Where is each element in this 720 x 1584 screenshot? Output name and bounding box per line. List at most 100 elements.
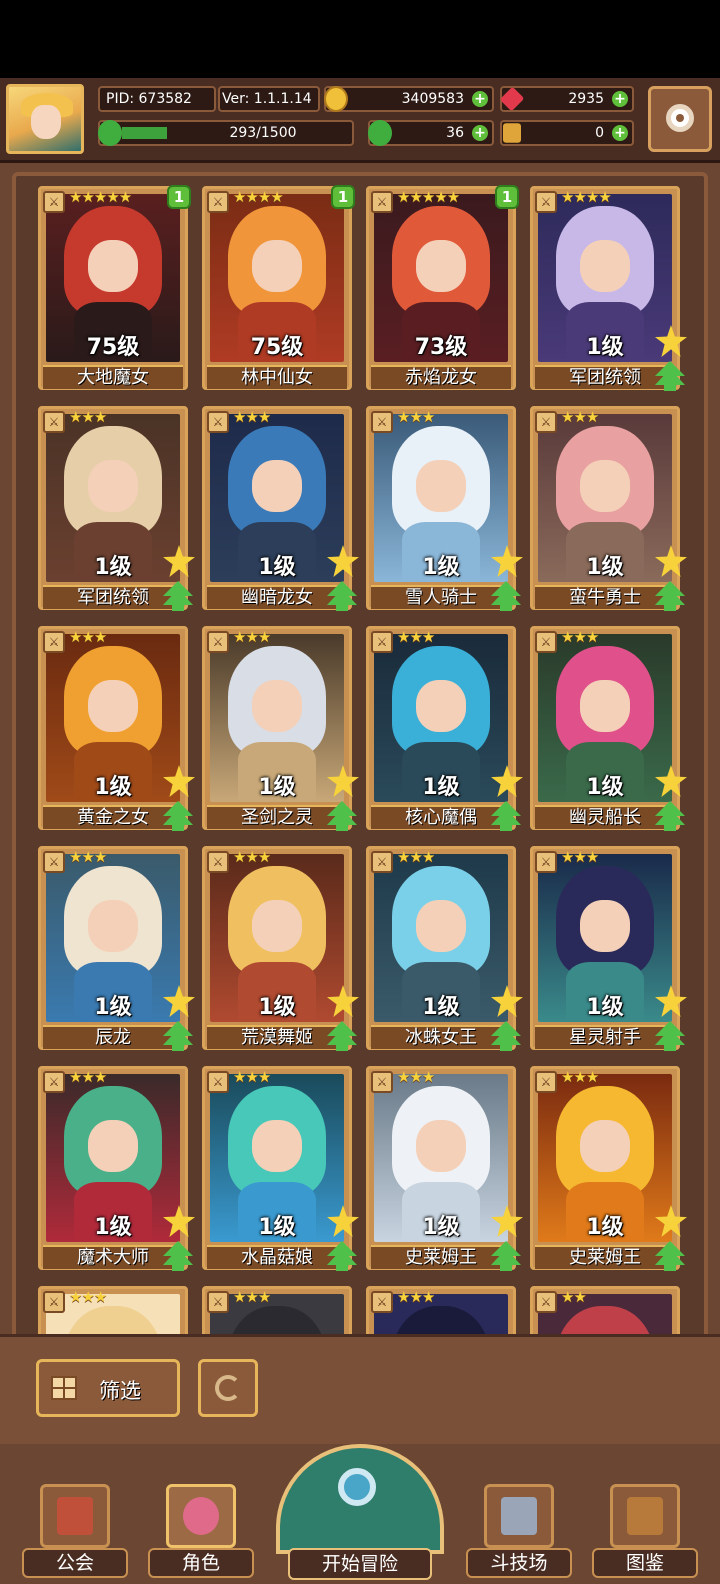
portrait-face xyxy=(416,240,466,292)
portrait-face xyxy=(88,900,138,952)
character-level: 1级 xyxy=(258,1215,296,1240)
gold-counter: 3409583 + xyxy=(324,86,494,112)
character-card[interactable]: ⚔ ★★★ 1级 黄金之女 xyxy=(38,626,195,831)
count-badge: 1 xyxy=(331,185,355,209)
character-card[interactable]: ⚔ ★★★★ 1级军团统领 xyxy=(530,186,687,391)
character-panel[interactable]: ⚔ ★★★★★ 1 75级 大地魔女 ⚔ ★★★★ 1 75级 林中仙女 ⚔ ★★★★★ 1 73级 赤焰龙… xyxy=(12,172,708,1342)
gem-value: 2935 xyxy=(568,91,604,107)
rarity-stars: ★★★ xyxy=(397,628,435,646)
character-card[interactable]: ⚔ ★★★ 1级 史莱姆王 xyxy=(530,1066,687,1271)
add-clover-button[interactable]: + xyxy=(472,125,488,141)
character-name: 大地魔女 xyxy=(43,365,183,389)
refresh-icon xyxy=(215,1375,241,1401)
character-level: 1级 xyxy=(94,1215,132,1240)
class-icon: ⚔ xyxy=(371,851,393,873)
portrait-face xyxy=(416,900,466,952)
character-card[interactable]: ⚔ ★★★★★ 1 75级 大地魔女 xyxy=(38,185,191,390)
nav-arena[interactable]: 斗技场 xyxy=(466,1474,572,1582)
character-level: 1级 xyxy=(422,1215,460,1240)
nav-codex-label: 图鉴 xyxy=(592,1548,698,1578)
rarity-stars: ★★★★ xyxy=(561,188,612,206)
rarity-stars: ★★★ xyxy=(561,628,599,646)
portrait-face xyxy=(252,900,302,952)
character-level: 1级 xyxy=(94,995,132,1020)
nav-adventure-label: 开始冒险 xyxy=(288,1548,432,1580)
nav-guild[interactable]: 公会 xyxy=(22,1474,128,1582)
class-icon: ⚔ xyxy=(207,191,229,213)
class-icon: ⚔ xyxy=(371,411,393,433)
add-key-button[interactable]: + xyxy=(612,125,628,141)
portrait-face xyxy=(416,680,466,732)
portrait-face xyxy=(252,240,302,292)
class-icon: ⚔ xyxy=(535,191,557,213)
reset-button[interactable] xyxy=(198,1359,258,1417)
character-name: 赤焰龙女 xyxy=(371,365,511,389)
nav-adventure[interactable]: 开始冒险 xyxy=(276,1444,444,1584)
guild-icon xyxy=(40,1484,110,1548)
character-name: 辰龙 xyxy=(43,1025,183,1049)
character-card[interactable]: ⚔ ★★★ 1级 蛮牛勇士 xyxy=(530,406,687,611)
nav-characters[interactable]: 角色 xyxy=(148,1474,254,1582)
character-card[interactable]: ⚔ ★★★ 1级 史莱姆王 xyxy=(366,1066,523,1271)
settings-button[interactable] xyxy=(648,86,712,152)
portrait-face xyxy=(580,460,630,512)
character-card[interactable]: ⚔ ★★★ 1级 水晶菇娘 xyxy=(202,1066,359,1271)
character-card[interactable]: ⚔ ★★★ 1级 魔术大师 xyxy=(38,1066,195,1271)
count-badge: 1 xyxy=(495,185,519,209)
nav-codex[interactable]: 图鉴 xyxy=(592,1474,698,1582)
character-card[interactable]: ⚔ ★★★★ 1 75级 林中仙女 xyxy=(202,185,355,390)
character-card[interactable]: ⚔ ★★★ 1级辰龙 xyxy=(38,846,195,1051)
class-icon: ⚔ xyxy=(43,191,65,213)
rarity-stars: ★★★ xyxy=(69,1068,107,1086)
class-icon: ⚔ xyxy=(535,851,557,873)
rarity-stars: ★★★ xyxy=(69,848,107,866)
class-icon: ⚔ xyxy=(43,851,65,873)
rarity-stars: ★★★ xyxy=(233,848,271,866)
character-name: 军团统领 xyxy=(535,365,675,389)
exp-bar: 293/1500 xyxy=(98,120,354,146)
add-gem-button[interactable]: + xyxy=(612,91,628,107)
character-name: 幽灵船长 xyxy=(535,805,675,829)
class-icon: ⚔ xyxy=(207,851,229,873)
rarity-stars: ★★★ xyxy=(561,848,599,866)
class-icon: ⚔ xyxy=(43,1291,65,1313)
character-card[interactable]: ⚔ ★★★ 1级 军团统领 xyxy=(38,406,195,611)
rarity-stars: ★★★★★ xyxy=(397,188,460,206)
rarity-stars: ★★★★ xyxy=(233,188,284,206)
character-level: 75级 xyxy=(250,335,304,360)
rarity-stars: ★★★★★ xyxy=(69,188,132,206)
add-gold-button[interactable]: + xyxy=(472,91,488,107)
character-card[interactable]: ⚔ ★★★ 1级 星灵射手 xyxy=(530,846,687,1051)
character-card[interactable]: ⚔ ★★★ 1级 幽暗龙女 xyxy=(202,406,359,611)
class-icon: ⚔ xyxy=(43,411,65,433)
character-level: 1级 xyxy=(422,555,460,580)
character-name: 圣剑之灵 xyxy=(207,805,347,829)
character-card[interactable]: ⚔ ★★★ 1级 雪人骑士 xyxy=(366,406,523,611)
character-card[interactable]: ⚔ ★★★★★ 1 73级 赤焰龙女 xyxy=(366,185,519,390)
character-card[interactable]: ⚔ ★★★ 1级 荒漠舞姬 xyxy=(202,846,359,1051)
rarity-stars: ★★★ xyxy=(561,408,599,426)
character-level: 1级 xyxy=(258,775,296,800)
portrait-face xyxy=(416,1120,466,1172)
class-icon: ⚔ xyxy=(207,411,229,433)
rarity-stars: ★★★ xyxy=(397,848,435,866)
player-avatar[interactable] xyxy=(6,84,84,154)
character-card[interactable]: ⚔ ★★★ 1级 圣剑之灵 xyxy=(202,626,359,831)
nav-guild-label: 公会 xyxy=(22,1548,128,1578)
character-level: 1级 xyxy=(586,335,624,360)
character-level: 1级 xyxy=(586,555,624,580)
portrait-face xyxy=(88,240,138,292)
character-card[interactable]: ⚔ ★★★ 1级 冰蛛女王 xyxy=(366,846,523,1051)
rarity-stars: ★★★ xyxy=(397,408,435,426)
character-level: 73级 xyxy=(414,335,468,360)
character-card[interactable]: ⚔ ★★★ 1级 核心魔偶 xyxy=(366,626,523,831)
portrait-face xyxy=(580,240,630,292)
top-bar: PID: 673582 Ver: 1.1.1.14 3409583 + 2935… xyxy=(0,78,720,163)
character-name: 军团统领 xyxy=(43,585,183,609)
character-level: 1级 xyxy=(586,775,624,800)
game-app: PID: 673582 Ver: 1.1.1.14 3409583 + 2935… xyxy=(0,78,720,1584)
count-badge: 1 xyxy=(167,185,191,209)
character-level: 1级 xyxy=(586,995,624,1020)
filter-button[interactable]: 筛选 xyxy=(36,1359,180,1417)
character-card[interactable]: ⚔ ★★★ 1级 幽灵船长 xyxy=(530,626,687,831)
